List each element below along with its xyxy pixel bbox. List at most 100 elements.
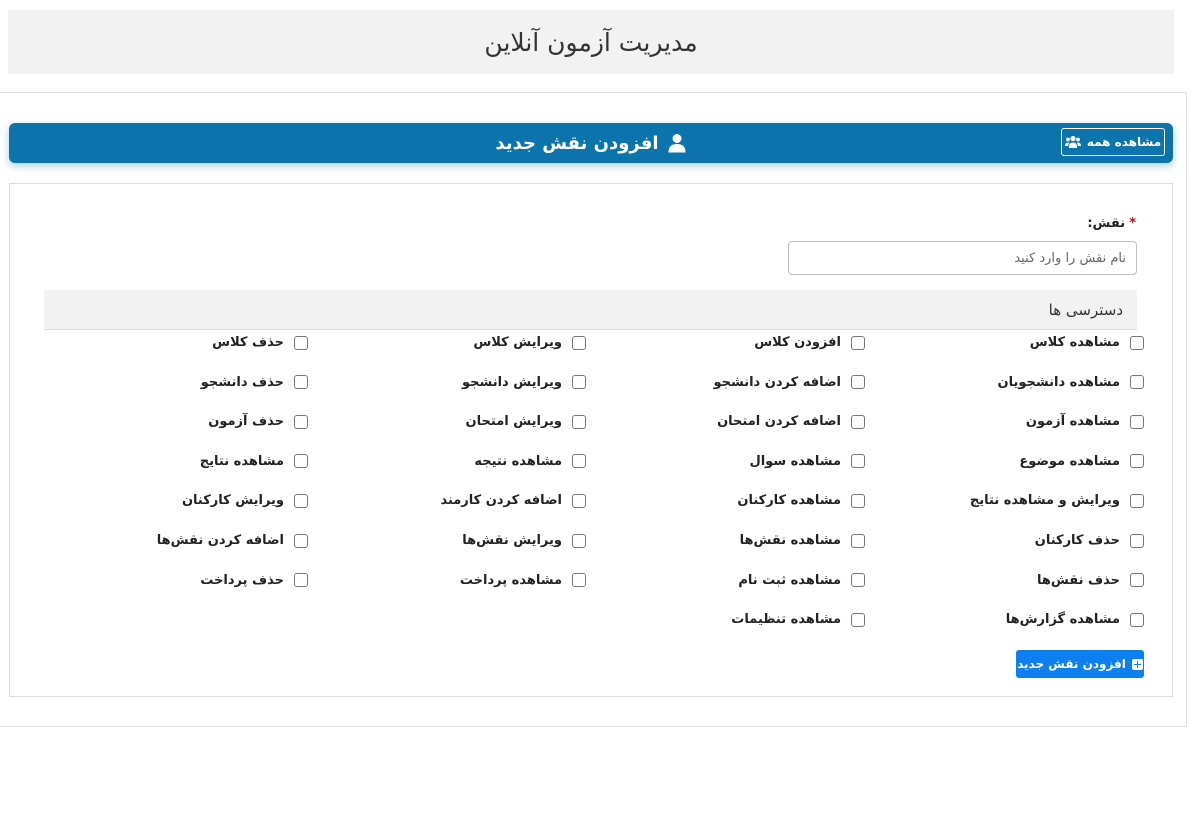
permission-checkbox[interactable] — [294, 533, 308, 548]
permission-checkbox[interactable] — [572, 493, 586, 508]
permission-item[interactable]: مشاهده آزمون — [1026, 414, 1144, 429]
permission-label: حذف کارکنان — [1034, 533, 1120, 548]
permission-checkbox[interactable] — [294, 335, 308, 350]
permission-label: افزودن کلاس — [754, 335, 841, 350]
permission-checkbox[interactable] — [572, 375, 586, 390]
permission-label: مشاهده ثبت نام — [738, 572, 841, 588]
permission-checkbox[interactable] — [851, 375, 865, 390]
permission-item[interactable]: اضافه کردن امتحان — [717, 414, 865, 429]
permission-item[interactable]: مشاهده گزارش‌ها — [1006, 612, 1144, 627]
permission-label: مشاهده نتایج — [199, 453, 284, 469]
permission-checkbox[interactable] — [851, 414, 865, 429]
permission-item[interactable]: حذف کارکنان — [1035, 533, 1144, 548]
permission-item[interactable]: حذف پرداخت — [200, 573, 308, 588]
permission-item[interactable]: مشاهده ثبت نام — [738, 573, 865, 588]
permission-label: مشاهده سوال — [749, 453, 841, 469]
permission-label: اضافه کردن دانشجو — [713, 374, 841, 390]
permission-item[interactable]: حذف کلاس — [212, 335, 308, 350]
permission-label: حذف پرداخت — [200, 572, 284, 588]
permission-label: مشاهده نقش‌ها — [739, 533, 841, 548]
permission-checkbox[interactable] — [851, 573, 865, 588]
permission-checkbox[interactable] — [1130, 533, 1144, 548]
role-name-input[interactable] — [788, 241, 1137, 275]
permission-checkbox[interactable] — [1130, 612, 1144, 627]
add-role-button[interactable]: افزودن نقش جدید — [1016, 650, 1144, 678]
permission-item[interactable]: ویرایش نقش‌ها — [462, 533, 586, 548]
permission-item[interactable]: حذف دانشجو — [201, 375, 308, 390]
permission-label: مشاهده پرداخت — [459, 572, 562, 588]
view-all-label: مشاهده همه — [1086, 135, 1162, 149]
permission-checkbox[interactable] — [1130, 375, 1144, 390]
permission-checkbox[interactable] — [851, 612, 865, 627]
permission-item[interactable]: ویرایش کلاس — [473, 335, 586, 350]
permission-item[interactable]: حذف آزمون — [208, 414, 308, 429]
permission-item[interactable]: ویرایش دانشجو — [462, 375, 586, 390]
permission-item[interactable]: مشاهده نتایج — [200, 454, 308, 469]
permission-checkbox[interactable] — [1130, 493, 1144, 508]
permission-item[interactable]: مشاهده نقش‌ها — [740, 533, 865, 548]
add-role-label: افزودن نقش جدید — [1017, 657, 1126, 671]
permission-label: اضافه کردن امتحان — [717, 414, 841, 430]
permission-item[interactable]: اضافه کردن دانشجو — [713, 375, 865, 390]
view-all-button[interactable]: مشاهده همه — [1061, 128, 1165, 156]
permission-checkbox[interactable] — [572, 335, 586, 350]
permission-checkbox[interactable] — [851, 454, 865, 469]
permission-label: مشاهده کلاس — [1029, 335, 1120, 350]
permission-checkbox[interactable] — [572, 454, 586, 469]
permission-item[interactable]: افزودن کلاس — [754, 335, 865, 350]
permission-checkbox[interactable] — [1130, 335, 1144, 350]
permissions-header: دسترسی ها — [44, 290, 1137, 330]
permission-item[interactable]: مشاهده کارکنان — [737, 493, 865, 508]
permission-item[interactable]: مشاهده کلاس — [1030, 335, 1144, 350]
permission-checkbox[interactable] — [294, 414, 308, 429]
app-title: مدیریت آزمون آنلاین — [484, 27, 698, 57]
top-banner: مدیریت آزمون آنلاین — [8, 10, 1174, 74]
permission-item[interactable]: ویرایش و مشاهده نتایج — [970, 493, 1144, 508]
permission-label: مشاهده آزمون — [1025, 414, 1120, 430]
permission-item[interactable]: مشاهده موضوع — [1019, 454, 1144, 469]
permission-checkbox[interactable] — [572, 533, 586, 548]
permission-label: حذف نقش‌ها — [1036, 572, 1120, 588]
permission-label: ویرایش کارکنان — [181, 493, 284, 509]
permission-checkbox[interactable] — [1130, 414, 1144, 429]
permission-checkbox[interactable] — [294, 375, 308, 390]
permission-label: مشاهده دانشجویان — [997, 374, 1121, 390]
permissions-title: دسترسی ها — [1048, 300, 1123, 319]
permission-label: مشاهده تنظیمات — [731, 612, 841, 628]
permission-label: ویرایش و مشاهده نتایج — [969, 493, 1120, 509]
users-icon — [1064, 135, 1081, 148]
permission-label: اضافه کردن نقش‌ها — [156, 533, 284, 548]
permission-checkbox[interactable] — [572, 573, 586, 588]
permission-item[interactable]: اضافه کردن کارمند — [440, 493, 586, 508]
plus-square-icon — [1131, 658, 1143, 670]
permission-checkbox[interactable] — [1130, 573, 1144, 588]
permission-checkbox[interactable] — [294, 493, 308, 508]
permission-item[interactable]: ویرایش کارکنان — [182, 493, 308, 508]
permission-label: ویرایش امتحان — [465, 414, 562, 430]
permission-label: حذف دانشجو — [200, 374, 284, 390]
section-title-text: افزودن نقش جدید — [495, 132, 659, 154]
user-icon — [668, 134, 686, 153]
permission-item[interactable]: مشاهده نتیجه — [474, 454, 586, 469]
permission-item[interactable]: حذف نقش‌ها — [1037, 573, 1144, 588]
permission-checkbox[interactable] — [294, 454, 308, 469]
permission-item[interactable]: اضافه کردن نقش‌ها — [157, 533, 308, 548]
permission-item[interactable]: مشاهده تنظیمات — [731, 612, 865, 627]
permission-label: مشاهده کارکنان — [737, 493, 841, 509]
permission-item[interactable]: ویرایش امتحان — [466, 414, 586, 429]
role-field-label: *نقش: — [1087, 216, 1136, 231]
permission-item[interactable]: مشاهده دانشجویان — [997, 374, 1144, 390]
permission-checkbox[interactable] — [294, 573, 308, 588]
section-title: افزودن نقش جدید — [495, 133, 686, 154]
permission-checkbox[interactable] — [572, 414, 586, 429]
permission-label: ویرایش کلاس — [473, 335, 562, 350]
permission-label: ویرایش دانشجو — [461, 374, 562, 390]
permission-checkbox[interactable] — [851, 335, 865, 350]
permission-item[interactable]: مشاهده پرداخت — [460, 573, 586, 588]
permission-checkbox[interactable] — [1130, 454, 1144, 469]
permission-checkbox[interactable] — [851, 533, 865, 548]
role-form: *نقش: دسترسی ها مشاهده کلاس مشاهده دانشجو… — [9, 183, 1173, 697]
permission-checkbox[interactable] — [851, 493, 865, 508]
permission-label: مشاهده موضوع — [1019, 453, 1120, 469]
permission-item[interactable]: مشاهده سوال — [749, 454, 865, 469]
